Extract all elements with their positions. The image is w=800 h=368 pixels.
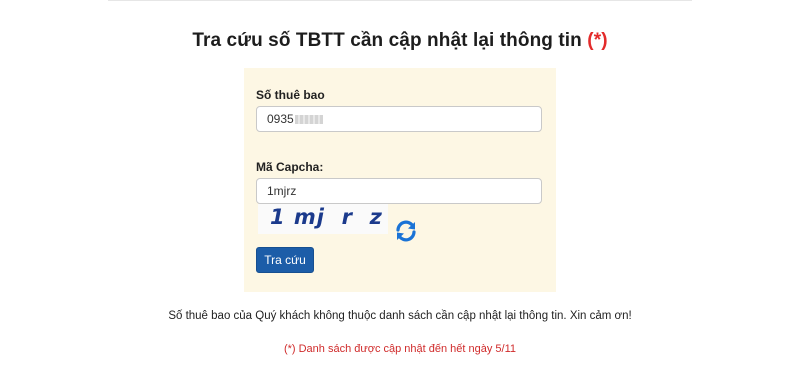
captcha-input[interactable]: 1mjrz xyxy=(256,178,542,204)
phone-input-value: 0935 xyxy=(267,112,294,126)
captcha-image: 1 mj r z xyxy=(258,204,388,234)
refresh-icon[interactable] xyxy=(394,219,418,243)
search-button[interactable]: Tra cứu xyxy=(256,247,314,273)
page-title-text: Tra cứu số TBTT cần cập nhật lại thông t… xyxy=(192,30,582,51)
result-message: Số thuê bao của Quý khách không thuộc da… xyxy=(168,310,632,322)
top-divider xyxy=(108,0,692,1)
phone-input[interactable]: 0935 xyxy=(256,106,542,132)
lookup-form-panel: Số thuê bao 0935 Mã Capcha: 1mjrz 1 mj r… xyxy=(244,68,556,292)
captcha-image-text: 1 mj r z xyxy=(270,205,383,229)
required-mark: (*) xyxy=(587,30,608,51)
update-note: (*) Danh sách được cập nhật đến hết ngày… xyxy=(283,343,517,355)
masked-digits xyxy=(294,115,323,124)
captcha-input-value: 1mjrz xyxy=(267,184,297,198)
phone-label: Số thuê bao xyxy=(256,88,325,102)
captcha-label: Mã Capcha: xyxy=(256,160,324,174)
page-title: Tra cứu số TBTT cần cập nhật lại thông t… xyxy=(0,30,800,52)
